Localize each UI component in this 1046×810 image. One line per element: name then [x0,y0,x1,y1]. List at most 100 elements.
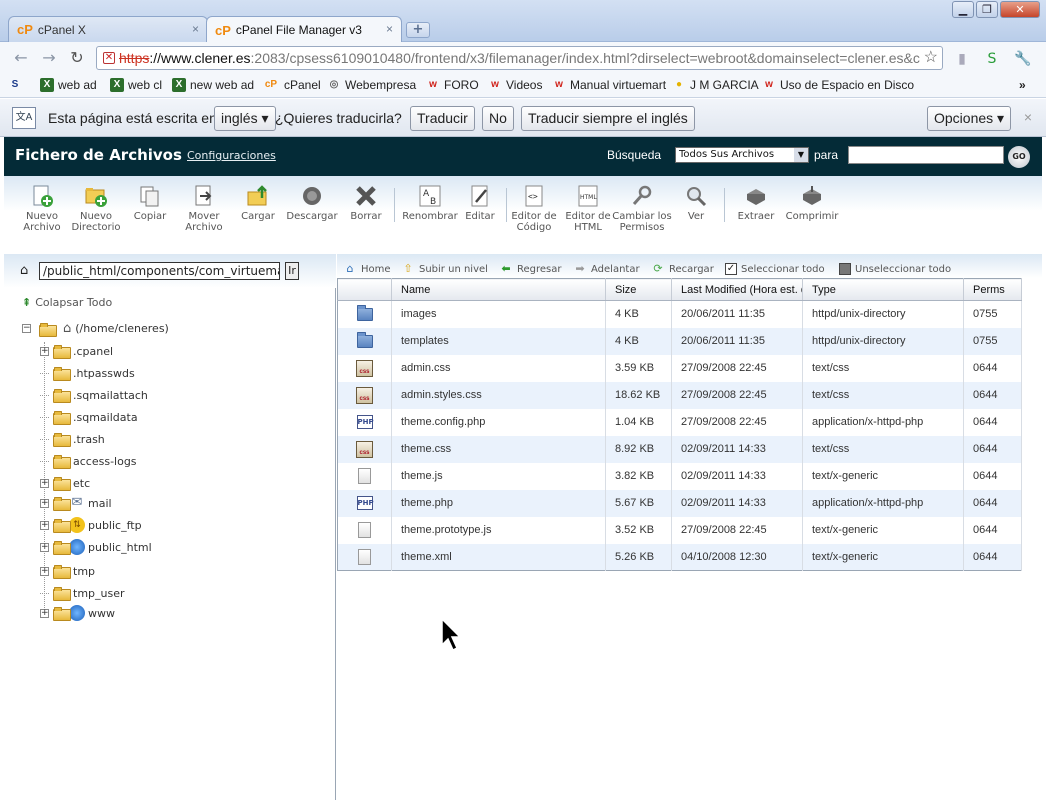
search-input[interactable] [848,146,1004,164]
tree-item-tmp-user[interactable]: tmp_user [40,585,125,601]
new-folder-button[interactable]: Nuevo Directorio [66,184,126,233]
tree-item-cpanel[interactable]: + .cpanel [40,343,113,359]
column-header-name[interactable]: Name [391,278,606,301]
path-go-button[interactable]: Ir [285,262,299,280]
bookmarks-overflow-icon[interactable]: » [1019,78,1026,92]
bookmark-item[interactable]: X new web ad [172,78,254,92]
file-name[interactable]: admin.styles.css [391,381,606,409]
file-perms[interactable]: 0755 [963,327,1022,355]
home-icon[interactable]: ⌂ [20,263,28,278]
tree-item-sqmaildata[interactable]: .sqmaildata [40,409,138,425]
back-button[interactable]: ⬅ Regresar [499,263,561,275]
file-name[interactable]: images [391,300,606,328]
file-perms[interactable]: 0755 [963,300,1022,328]
permissions-button[interactable]: Cambiar los Permisos [612,184,672,233]
bookmark-item[interactable]: cP cPanel [262,78,321,92]
file-icon-cell[interactable] [337,327,392,355]
move-file-button[interactable]: Mover Archivo [174,184,234,233]
file-name[interactable]: theme.js [391,462,606,490]
translate-options-button[interactable]: Opciones ▾ [927,106,1012,131]
wrench-icon[interactable]: 🔧 [1014,50,1032,68]
forward-button[interactable]: ➡ Adelantar [573,263,639,275]
copy-button[interactable]: Copiar [120,184,180,222]
tab-file-manager[interactable]: cP cPanel File Manager v3 × [206,16,402,43]
translate-button[interactable]: Traducir [410,106,475,131]
file-icon-cell[interactable]: css [337,381,392,409]
file-name[interactable]: admin.css [391,354,606,382]
close-window-button[interactable]: ✕ [1000,1,1040,18]
new-file-button[interactable]: Nuevo Archivo [12,184,72,233]
code-editor-button[interactable]: <> Editor de Código [504,184,564,233]
file-perms[interactable]: 0644 [963,516,1022,544]
close-icon[interactable]: × [386,22,393,36]
reload-icon[interactable]: ↻ [66,48,88,68]
home-button[interactable]: ⌂ Home [343,263,391,275]
file-name[interactable]: theme.prototype.js [391,516,606,544]
file-icon-cell[interactable] [337,543,392,571]
forward-arrow-icon[interactable]: → [38,48,60,68]
always-translate-button[interactable]: Traducir siempre el inglés [521,106,695,131]
bookmark-star-icon[interactable]: ☆ [924,47,938,69]
file-icon-cell[interactable]: css [337,435,392,463]
file-perms[interactable]: 0644 [963,543,1022,571]
expand-icon[interactable]: + [40,566,49,576]
table-row[interactable]: css admin.css 3.59 KB 27/09/2008 22:45 text/… [337,354,1022,382]
tab-cpanel-x[interactable]: cP cPanel X × [8,16,208,42]
tree-item-access-logs[interactable]: access-logs [40,453,137,469]
up-one-level-button[interactable]: ⇧ Subir un nivel [401,263,488,275]
address-bar[interactable]: ✕ https://www.clener.es:2083/cpsess610901… [96,46,943,70]
table-row[interactable]: css admin.styles.css 18.62 KB 27/09/2008 22… [337,381,1022,409]
collapse-icon[interactable]: − [22,324,31,333]
bookmark-item[interactable]: X web cl [110,78,162,92]
tree-item-etc[interactable]: + etc [40,475,90,491]
language-select[interactable]: inglés ▾ [214,106,276,131]
path-input[interactable]: /public_html/components/com_virtuemart [39,262,280,280]
file-icon-cell[interactable]: PHP [337,408,392,436]
expand-icon[interactable]: + [40,608,49,618]
tree-item-trash[interactable]: .trash [40,431,105,447]
bookmark-item[interactable]: w Videos [488,78,542,92]
back-arrow-icon[interactable]: ← [10,48,32,68]
file-icon-cell[interactable] [337,516,392,544]
download-button[interactable]: Descargar [282,184,342,222]
no-translate-button[interactable]: No [482,106,514,131]
file-perms[interactable]: 0644 [963,489,1022,517]
close-icon[interactable]: × [192,22,199,36]
bookmark-item[interactable]: w FORO [426,78,479,92]
file-perms[interactable]: 0644 [963,462,1022,490]
table-row[interactable]: theme.js 3.82 KB 02/09/2011 14:33 text/x-ge… [337,462,1022,490]
search-scope-select[interactable]: Todos Sus Archivos ▼ [675,147,809,163]
select-all-button[interactable]: ✓ Seleccionar todo [725,263,825,275]
skype-icon[interactable]: S [983,50,1001,68]
tree-root[interactable]: − ⌂ (/home/cleneres) [22,321,169,337]
expand-icon[interactable]: + [40,346,49,356]
table-row[interactable]: theme.prototype.js 3.52 KB 27/09/2008 22:4… [337,516,1022,544]
table-row[interactable]: PHP theme.php 5.67 KB 02/09/2011 14:33 appli… [337,489,1022,517]
maximize-button[interactable]: ❐ [976,1,998,18]
column-header-icon[interactable] [337,278,392,301]
file-name[interactable]: templates [391,327,606,355]
file-icon-cell[interactable]: PHP [337,489,392,517]
tree-item-public-ftp[interactable]: + ⇅ public_ftp [40,517,142,533]
unselect-all-button[interactable]: Unseleccionar todo [839,263,951,275]
bookmark-item[interactable]: w Manual virtuemart [552,78,666,92]
collapse-all-button[interactable]: ⇞ Colapsar Todo [22,296,112,309]
tree-item-tmp[interactable]: + tmp [40,563,95,579]
upload-button[interactable]: Cargar [228,184,288,222]
bookmark-item[interactable]: ● J M GARCIA [672,78,759,92]
tree-item-mail[interactable]: + ✉ mail [40,495,112,511]
tree-item-sqmailattach[interactable]: .sqmailattach [40,387,148,403]
file-name[interactable]: theme.config.php [391,408,606,436]
bookmark-item[interactable]: ◎ Webempresa [327,78,417,92]
minimize-button[interactable]: ▁ [952,1,974,18]
file-perms[interactable]: 0644 [963,381,1022,409]
bookmark-item[interactable]: w Uso de Espacio en Disco [762,78,914,92]
column-header-perms[interactable]: Perms [963,278,1022,301]
view-button[interactable]: Ver [666,184,726,222]
file-perms[interactable]: 0644 [963,408,1022,436]
column-header-modified[interactable]: Last Modified (Hora est. d [671,278,803,301]
file-icon-cell[interactable]: css [337,354,392,382]
file-icon-cell[interactable] [337,462,392,490]
expand-icon[interactable]: + [40,520,49,530]
expand-icon[interactable]: + [40,498,49,508]
